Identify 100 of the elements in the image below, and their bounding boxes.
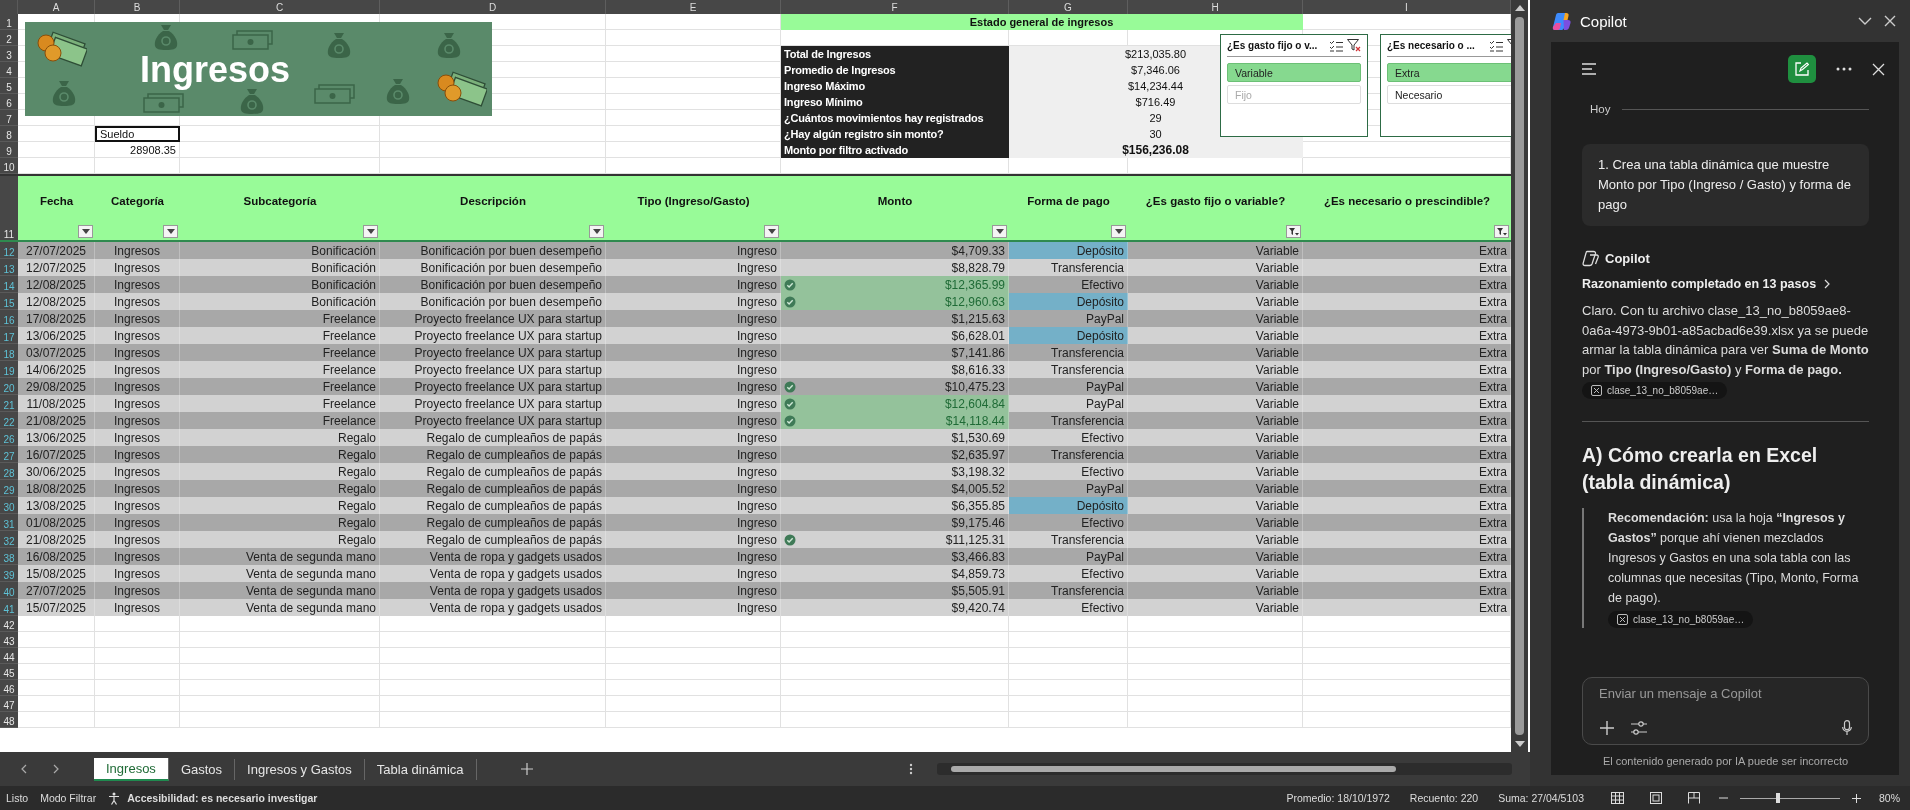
row-number[interactable]: 9: [0, 142, 18, 158]
column-letter[interactable]: A: [18, 0, 95, 14]
status-text: Modo Filtrar: [40, 792, 97, 804]
row-number[interactable]: 4: [0, 62, 18, 78]
filter-button[interactable]: [1111, 225, 1126, 238]
clear-filter-icon[interactable]: [1347, 39, 1361, 52]
chevron-down-icon[interactable]: [1858, 17, 1872, 25]
column-letter[interactable]: E: [606, 0, 781, 14]
money-bag-icon: [385, 77, 411, 105]
slicer-item[interactable]: Necesario: [1387, 85, 1511, 104]
close-icon[interactable]: [1884, 15, 1896, 27]
row-number[interactable]: 10: [0, 158, 18, 174]
check-circle-icon: [784, 533, 796, 546]
row-number[interactable]: 13: [0, 259, 18, 276]
menu-icon[interactable]: [1582, 63, 1598, 75]
assistant-logo-icon: [1582, 250, 1599, 267]
zoom-in-icon[interactable]: [1852, 793, 1861, 803]
row-number[interactable]: 43: [0, 632, 18, 648]
amount-text: $6,628.01: [951, 328, 1005, 343]
filter-button[interactable]: [589, 225, 604, 238]
money-bag-icon: [326, 31, 352, 59]
table-cell: Depósito: [1009, 327, 1128, 344]
row-number[interactable]: 2: [0, 30, 18, 46]
row-number[interactable]: 29: [0, 480, 18, 497]
reasoning-link[interactable]: Razonamiento completado en 13 pasos: [1582, 277, 1869, 291]
row-number[interactable]: 42: [0, 616, 18, 632]
microphone-icon[interactable]: [1842, 720, 1852, 736]
filter-button[interactable]: [78, 225, 93, 238]
row-number[interactable]: 31: [0, 514, 18, 531]
accessibility-icon[interactable]: [108, 791, 122, 805]
row-number[interactable]: 1: [0, 14, 18, 30]
filter-button[interactable]: [992, 225, 1007, 238]
row-number[interactable]: 19: [0, 361, 18, 378]
row-number[interactable]: 30: [0, 497, 18, 514]
row-number[interactable]: 40: [0, 582, 18, 599]
row-number[interactable]: 14: [0, 276, 18, 293]
sliders-icon[interactable]: [1631, 721, 1647, 735]
add-icon[interactable]: [1599, 720, 1615, 736]
filter-button[interactable]: [764, 225, 779, 238]
message-input[interactable]: Enviar un mensaje a Copilot: [1599, 686, 1852, 701]
sheet-tab[interactable]: Ingresos y Gastos: [235, 758, 365, 780]
row-number[interactable]: 46: [0, 680, 18, 696]
sheet-tab[interactable]: Ingresos: [94, 757, 169, 781]
row-number[interactable]: 8: [0, 126, 18, 142]
slicer-item[interactable]: Variable: [1227, 63, 1361, 82]
normal-view-icon[interactable]: [1611, 792, 1624, 804]
previous-sheet-icon[interactable]: [20, 764, 28, 774]
row-number[interactable]: 41: [0, 599, 18, 616]
add-sheet-icon[interactable]: [520, 763, 533, 775]
row-number[interactable]: 16: [0, 310, 18, 327]
file-chip[interactable]: clase_13_no_b8059ae…: [1582, 382, 1728, 399]
file-chip[interactable]: clase_13_no_b8059ae…: [1608, 611, 1754, 628]
more-icon[interactable]: [909, 763, 913, 775]
row-number[interactable]: 22: [0, 412, 18, 429]
row-number[interactable]: 6: [0, 94, 18, 110]
filter-button[interactable]: [363, 225, 378, 238]
row-number[interactable]: 20: [0, 378, 18, 395]
filter-button[interactable]: [1494, 225, 1509, 238]
column-letter[interactable]: D: [380, 0, 606, 14]
page-layout-icon[interactable]: [1650, 792, 1662, 804]
accessibility-status[interactable]: Accesibilidad: es necesario investigar: [127, 792, 318, 804]
row-number[interactable]: 28: [0, 463, 18, 480]
row-number[interactable]: 47: [0, 696, 18, 712]
row-number[interactable]: 27: [0, 446, 18, 463]
row-number[interactable]: 48: [0, 712, 18, 728]
row-number[interactable]: 5: [0, 78, 18, 94]
close-icon[interactable]: [1872, 62, 1885, 76]
horizontal-scrollbar[interactable]: [937, 763, 1512, 775]
filter-button[interactable]: [163, 225, 178, 238]
filter-button[interactable]: [1286, 225, 1301, 238]
row-number[interactable]: 3: [0, 46, 18, 62]
row-number[interactable]: 17: [0, 327, 18, 344]
zoom-level[interactable]: 80%: [1879, 792, 1900, 804]
row-number[interactable]: 32: [0, 531, 18, 548]
row-number[interactable]: 21: [0, 395, 18, 412]
table-cell[interactable]: 28908.35: [95, 142, 180, 158]
new-chat-button[interactable]: [1788, 55, 1816, 83]
column-letter[interactable]: B: [95, 0, 180, 14]
row-number[interactable]: 15: [0, 293, 18, 310]
vertical-scrollbar[interactable]: [1511, 0, 1528, 752]
table-cell[interactable]: Sueldo: [95, 126, 180, 142]
row-number[interactable]: 44: [0, 648, 18, 664]
page-break-icon[interactable]: [1688, 792, 1700, 804]
sheet-tab[interactable]: Gastos: [168, 758, 236, 780]
sheet-tab[interactable]: Tabla dinámica: [364, 758, 477, 780]
column-letter[interactable]: C: [180, 0, 380, 14]
multi-select-icon[interactable]: [1489, 39, 1503, 52]
row-number[interactable]: 12: [0, 242, 18, 259]
table-cell: Efectivo: [1009, 599, 1128, 616]
row-number[interactable]: 18: [0, 344, 18, 361]
slicer-item[interactable]: Extra: [1387, 63, 1511, 82]
next-sheet-icon[interactable]: [52, 764, 60, 774]
row-number[interactable]: 11: [0, 176, 18, 240]
more-icon[interactable]: [1836, 67, 1852, 71]
row-number[interactable]: 26: [0, 429, 18, 446]
multi-select-icon[interactable]: [1329, 39, 1343, 52]
row-number[interactable]: 7: [0, 110, 18, 126]
row-number[interactable]: 39: [0, 565, 18, 582]
row-number[interactable]: 45: [0, 664, 18, 680]
row-number[interactable]: 38: [0, 548, 18, 565]
